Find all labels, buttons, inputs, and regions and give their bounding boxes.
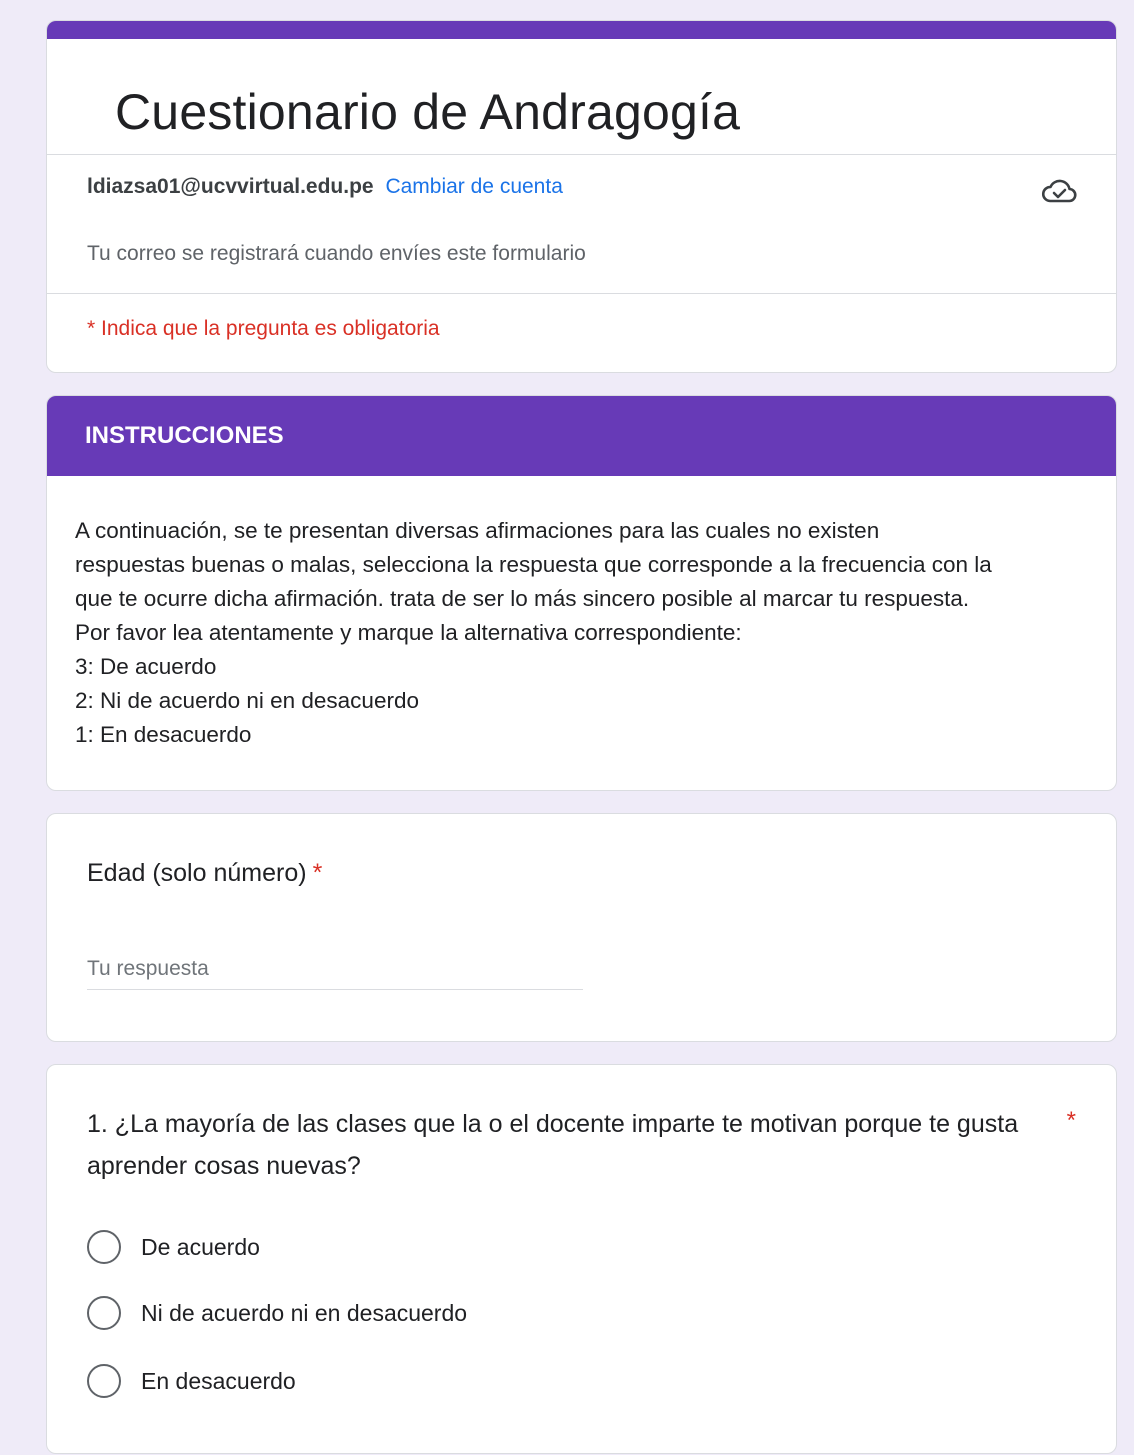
switch-account-link[interactable]: Cambiar de cuenta <box>385 175 562 198</box>
radio-button[interactable] <box>87 1364 121 1398</box>
form-title: Cuestionario de Andragogía <box>115 84 741 140</box>
option-de-acuerdo[interactable]: De acuerdo <box>87 1229 260 1265</box>
question-1-title: 1. ¿La mayoría de las clases que la o el… <box>87 1110 1019 1180</box>
instruction-line: Por favor lea atentamente y marque la al… <box>75 620 742 645</box>
account-row: ldiazsa01@ucvvirtual.edu.pe Cambiar de c… <box>87 175 563 199</box>
instruction-line: 2: Ni de acuerdo ni en desacuerdo <box>75 688 419 713</box>
required-asterisk: * <box>312 859 323 887</box>
section-header: INSTRUCCIONES <box>47 396 1116 476</box>
required-note: * Indica que la pregunta es obligatoria <box>87 317 440 340</box>
option-ni-de-acuerdo-ni-en-desacuerdo[interactable]: Ni de acuerdo ni en desacuerdo <box>87 1295 467 1331</box>
header-accent-bar <box>47 21 1116 39</box>
option-label: En desacuerdo <box>141 1367 296 1394</box>
radio-button[interactable] <box>87 1230 121 1264</box>
instruction-line: respuestas buenas o malas, selecciona la… <box>75 552 992 577</box>
instruction-line: 1: En desacuerdo <box>75 722 252 747</box>
age-answer-input[interactable] <box>87 948 583 990</box>
age-question-card: Edad (solo número) * <box>46 813 1117 1042</box>
question-title-text: Edad (solo número) <box>87 859 307 887</box>
instructions-body: A continuación, se te presentan diversas… <box>75 514 1095 752</box>
instruction-line: A continuación, se te presentan diversas… <box>75 518 880 543</box>
cloud-saved-icon <box>1041 179 1077 203</box>
form-header-card: Cuestionario de Andragogía ldiazsa01@ucv… <box>46 20 1117 373</box>
radio-button[interactable] <box>87 1296 121 1330</box>
divider <box>47 154 1116 155</box>
instructions-card: INSTRUCCIONES A continuación, se te pres… <box>46 395 1117 791</box>
account-email: ldiazsa01@ucvvirtual.edu.pe <box>87 175 374 198</box>
required-asterisk: * <box>1066 1107 1076 1134</box>
instruction-line: que te ocurre dicha afirmación. trata de… <box>75 586 970 611</box>
instruction-line: 3: De acuerdo <box>75 654 217 679</box>
option-en-desacuerdo[interactable]: En desacuerdo <box>87 1363 296 1399</box>
option-label: De acuerdo <box>141 1233 260 1260</box>
divider <box>47 293 1116 294</box>
option-label: Ni de acuerdo ni en desacuerdo <box>141 1299 468 1326</box>
age-question-title: Edad (solo número) * <box>87 859 322 888</box>
email-record-note: Tu correo se registrará cuando envíes es… <box>87 242 586 265</box>
question-1-card: 1. ¿La mayoría de las clases que la o el… <box>46 1064 1117 1454</box>
